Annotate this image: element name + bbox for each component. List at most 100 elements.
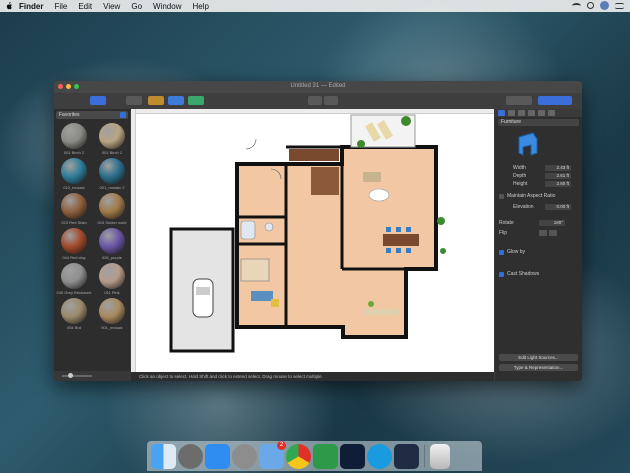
search-icon[interactable] bbox=[587, 2, 594, 9]
dock-separator bbox=[424, 445, 425, 467]
dining-chair bbox=[406, 227, 411, 232]
room-tool-button[interactable] bbox=[168, 96, 184, 105]
material-ball bbox=[61, 123, 87, 149]
plant bbox=[440, 248, 446, 254]
dining-chair bbox=[406, 248, 411, 253]
tab-library[interactable] bbox=[498, 110, 505, 116]
flip-field: Flip bbox=[499, 230, 557, 236]
select-tool-button[interactable] bbox=[126, 96, 142, 105]
type-representation-button[interactable]: Type & Representation... bbox=[499, 364, 578, 371]
menu-finder[interactable]: Finder bbox=[19, 2, 43, 11]
material-swatch[interactable]: 001 Birch 2 bbox=[57, 123, 91, 156]
material-swatch[interactable]: 054 Brd bbox=[57, 298, 91, 331]
material-swatch[interactable]: 026_purple bbox=[95, 228, 129, 261]
photoshop-icon[interactable] bbox=[340, 443, 365, 469]
material-swatch[interactable]: 015 Sulder work bbox=[95, 193, 129, 226]
flip-vertical-button[interactable] bbox=[549, 230, 557, 236]
material-label: 001 Birch 2 bbox=[63, 150, 85, 155]
edit-light-sources-button[interactable]: Edit Light Sources... bbox=[499, 354, 578, 361]
elevation-input[interactable]: 0.00 ft bbox=[545, 204, 571, 210]
staircase bbox=[311, 167, 339, 195]
user-avatar-icon[interactable] bbox=[600, 1, 609, 10]
zoom-slider[interactable] bbox=[62, 375, 92, 377]
zoom-slider-knob[interactable] bbox=[68, 373, 73, 378]
material-ball bbox=[61, 298, 87, 324]
material-ball bbox=[99, 193, 125, 219]
system-preferences-icon[interactable] bbox=[232, 443, 257, 469]
inspector-panel: Furniture Width 2.43 ft Depth 2.61 ft He… bbox=[495, 109, 582, 381]
tab-materials[interactable] bbox=[508, 110, 515, 116]
kitchen-units bbox=[363, 309, 399, 315]
cast-shadows-checkbox[interactable]: Cast Shadows bbox=[499, 271, 539, 277]
chrome-icon[interactable] bbox=[286, 443, 311, 469]
share-button[interactable] bbox=[506, 96, 532, 105]
category-dropdown[interactable]: Furniture bbox=[498, 119, 579, 126]
material-label: 054 Brd bbox=[66, 325, 81, 330]
material-swatch[interactable]: 001_mosaic 2 bbox=[95, 158, 129, 191]
rotate-input[interactable]: 180° bbox=[539, 220, 565, 226]
bed bbox=[240, 258, 270, 282]
app-window: Untitled 31 — Edited Favorites 001 Birch… bbox=[54, 81, 582, 381]
flip-horizontal-button[interactable] bbox=[539, 230, 547, 236]
view-2d-button[interactable] bbox=[308, 96, 322, 105]
favorites-dropdown[interactable]: Favorites bbox=[56, 111, 128, 119]
tab-info[interactable] bbox=[538, 110, 545, 116]
view-3d-button[interactable] bbox=[324, 96, 338, 105]
menu-go[interactable]: Go bbox=[131, 2, 142, 11]
plant bbox=[357, 140, 365, 148]
launchpad-icon[interactable] bbox=[178, 443, 203, 469]
apple-icon[interactable] bbox=[5, 2, 13, 10]
finder-icon[interactable] bbox=[151, 443, 176, 469]
menu-help[interactable]: Help bbox=[192, 2, 208, 11]
menu-edit[interactable]: Edit bbox=[78, 2, 92, 11]
material-library-panel: Favorites 001 Birch 2 001 Birch 2 010_mosa… bbox=[54, 109, 130, 381]
material-swatch[interactable]: 044 Red clay bbox=[57, 228, 91, 261]
tab-properties[interactable] bbox=[518, 110, 525, 116]
material-label: 001_mosaic bbox=[101, 325, 123, 330]
trash-icon[interactable] bbox=[430, 443, 450, 469]
armchair bbox=[271, 299, 279, 307]
floor-plan-canvas[interactable] bbox=[131, 109, 494, 373]
floor-plan[interactable] bbox=[131, 109, 494, 373]
library-footer bbox=[54, 371, 130, 381]
material-label: 001 Birch 2 bbox=[101, 150, 123, 155]
wall-tool-button[interactable] bbox=[148, 96, 164, 105]
material-swatch[interactable]: 023 Red Stain bbox=[57, 193, 91, 226]
evernote-icon[interactable] bbox=[313, 443, 338, 469]
library-button[interactable] bbox=[538, 96, 572, 105]
material-ball bbox=[61, 228, 87, 254]
live-home-icon[interactable] bbox=[394, 443, 419, 469]
wifi-icon[interactable] bbox=[572, 2, 581, 9]
mail-icon[interactable]: 2 bbox=[259, 440, 286, 469]
material-ball bbox=[61, 263, 87, 289]
car-window bbox=[196, 287, 210, 295]
material-ball bbox=[99, 158, 125, 184]
skype-icon[interactable] bbox=[367, 443, 392, 469]
material-swatch[interactable]: 045 Grey Brickwork bbox=[57, 263, 91, 296]
material-ball bbox=[99, 298, 125, 324]
material-label: 011 Pink bbox=[104, 290, 120, 295]
menu-window[interactable]: Window bbox=[153, 2, 181, 11]
dining-chair bbox=[396, 227, 401, 232]
width-input[interactable]: 2.43 ft bbox=[545, 165, 571, 171]
material-swatch[interactable]: 011 Pink bbox=[95, 263, 129, 296]
view-mode-button[interactable] bbox=[90, 96, 106, 105]
material-swatch[interactable]: 001 Birch 2 bbox=[95, 123, 129, 156]
material-label: 023 Red Stain bbox=[61, 220, 87, 225]
maintain-aspect-checkbox[interactable]: Maintain Aspect Ratio bbox=[499, 193, 555, 199]
status-bar: Click an object to select. Hold Shift an… bbox=[131, 372, 494, 381]
menu-file[interactable]: File bbox=[54, 2, 67, 11]
height-input[interactable]: 2.60 ft bbox=[545, 181, 571, 187]
tab-layers[interactable] bbox=[528, 110, 535, 116]
app-store-icon[interactable] bbox=[205, 443, 230, 469]
material-label: 015 Sulder work bbox=[97, 220, 127, 225]
material-swatch[interactable]: 010_mosaic bbox=[57, 158, 91, 191]
bathtub bbox=[240, 220, 256, 240]
menu-view[interactable]: View bbox=[103, 2, 120, 11]
depth-input[interactable]: 2.61 ft bbox=[545, 173, 571, 179]
glow-checkbox[interactable]: Glow by bbox=[499, 249, 525, 255]
object-tool-button[interactable] bbox=[188, 96, 204, 105]
list-icon[interactable] bbox=[615, 2, 624, 9]
material-swatch[interactable]: 001_mosaic bbox=[95, 298, 129, 331]
tab-settings[interactable] bbox=[548, 110, 555, 116]
